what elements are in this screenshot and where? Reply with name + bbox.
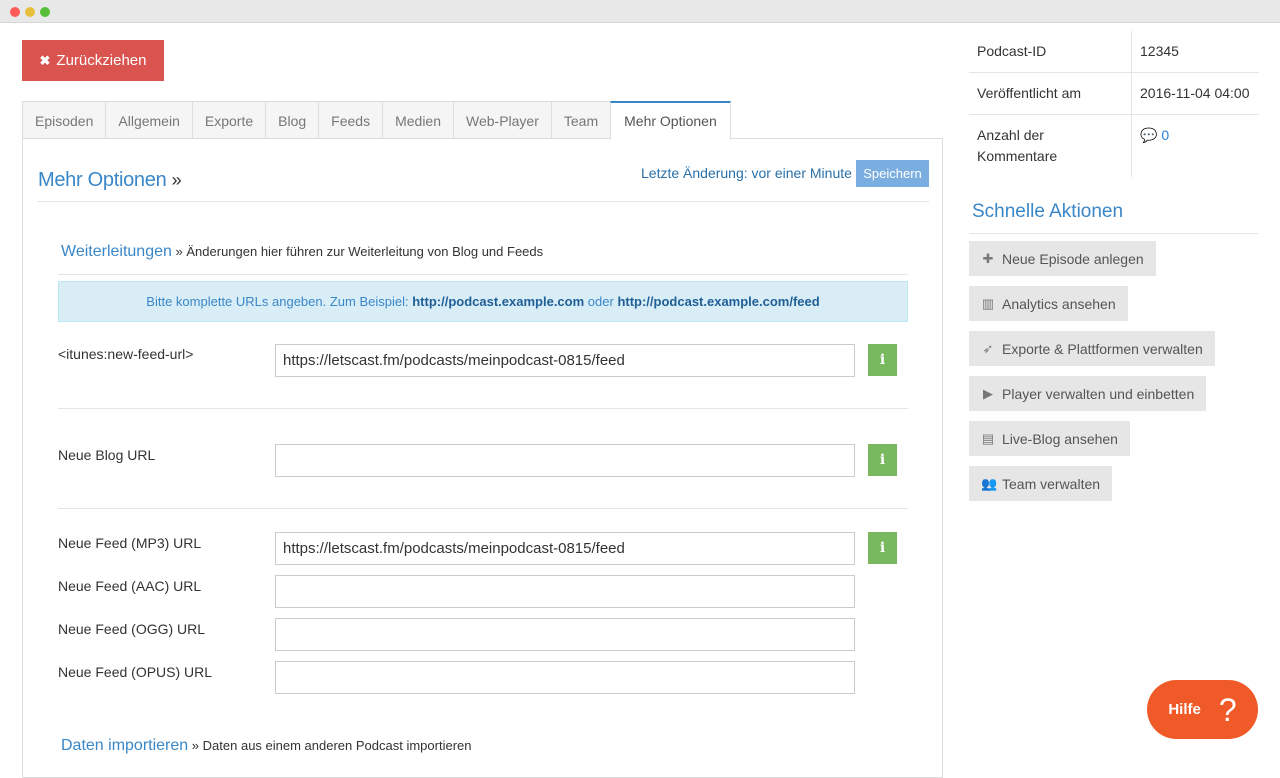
new-feed-opus-url-input[interactable] [275, 661, 855, 694]
import-description: Daten aus einem anderen Podcast importie… [202, 738, 472, 753]
minimize-window-icon[interactable] [25, 7, 35, 17]
new-feed-aac-url-input[interactable] [275, 575, 855, 608]
tab-web-player[interactable]: Web-Player [453, 101, 551, 139]
new-feed-mp3-url-label: Neue Feed (MP3) URL [58, 535, 202, 551]
meta-row-podcast-id: Podcast-ID 12345 [969, 31, 1259, 73]
meta-row-published: Veröffentlicht am 2016-11-04 04:00 [969, 73, 1259, 115]
tab-allgemein[interactable]: Allgemein [105, 101, 192, 139]
team-manage-button[interactable]: 👥 Team verwalten [969, 466, 1113, 501]
divider [58, 408, 908, 409]
player-embed-button[interactable]: ▶ Player verwalten und einbetten [969, 376, 1207, 411]
new-feed-aac-url-label: Neue Feed (AAC) URL [58, 578, 202, 594]
new-feed-ogg-url-label: Neue Feed (OGG) URL [58, 621, 206, 637]
browser-window-icon: ▤ [981, 430, 995, 446]
comments-icon: 💬 [1140, 127, 1158, 143]
bar-chart-icon: ▥ [981, 295, 995, 311]
page-title-text: Mehr Optionen [38, 169, 167, 191]
maximize-window-icon[interactable] [40, 7, 50, 17]
divider [58, 274, 908, 275]
live-blog-label: Live-Blog ansehen [1002, 430, 1118, 447]
divider [58, 508, 908, 509]
new-feed-opus-url-label: Neue Feed (OPUS) URL [58, 664, 213, 680]
comments-label: Anzahl der Kommentare [969, 115, 1132, 177]
help-button[interactable]: Hilfe ? [1147, 680, 1258, 739]
info-icon-button[interactable]: i [868, 344, 897, 376]
question-mark-icon: ? [1218, 691, 1237, 728]
podcast-meta-table: Podcast-ID 12345 Veröffentlicht am 2016-… [969, 31, 1259, 177]
info-example-2: http://podcast.example.com/feed [617, 294, 820, 309]
live-blog-button[interactable]: ▤ Live-Blog ansehen [969, 421, 1130, 456]
exports-platforms-button[interactable]: ➶ Exporte & Plattformen verwalten [969, 331, 1215, 366]
team-manage-label: Team verwalten [1002, 475, 1101, 492]
analytics-label: Analytics ansehen [1002, 295, 1116, 312]
tab-blog[interactable]: Blog [265, 101, 319, 139]
plus-icon: ✚ [982, 250, 994, 266]
import-heading: Daten importieren » Daten aus einem ande… [61, 737, 471, 755]
quick-actions-title: Schnelle Aktionen [972, 201, 1124, 222]
new-episode-label: Neue Episode anlegen [1002, 250, 1144, 267]
player-embed-label: Player verwalten und einbetten [1002, 385, 1195, 402]
info-icon-button[interactable]: i [868, 444, 897, 476]
tab-bar: Episoden Allgemein Exporte Blog Feeds Me… [22, 101, 731, 140]
options-panel: Mehr Optionen » Letzte Änderung: vor ein… [22, 138, 943, 778]
save-button[interactable]: Speichern [856, 160, 929, 187]
tab-episoden[interactable]: Episoden [22, 101, 106, 139]
redirects-heading-link[interactable]: Weiterleitungen [61, 243, 172, 260]
help-label: Hilfe [1168, 701, 1201, 718]
users-icon: 👥 [981, 475, 998, 491]
info-icon-button[interactable]: i [868, 532, 897, 564]
info-alert: Bitte komplette URLs angeben. Zum Beispi… [58, 281, 908, 322]
raquo-icon: » [171, 170, 182, 190]
itunes-new-feed-url-label: <itunes:new-feed-url> [58, 346, 194, 362]
info-prefix: Bitte komplette URLs angeben. Zum Beispi… [146, 294, 409, 309]
raquo-icon: » [175, 244, 183, 259]
close-window-icon[interactable] [10, 7, 20, 17]
published-label: Veröffentlicht am [969, 73, 1132, 114]
comments-link[interactable]: 💬 0 [1132, 115, 1259, 177]
retract-button[interactable]: ✖ Zurückziehen [22, 40, 164, 81]
new-feed-mp3-url-input[interactable] [275, 532, 855, 565]
new-blog-url-label: Neue Blog URL [58, 447, 156, 463]
podcast-id-label: Podcast-ID [969, 31, 1132, 72]
tab-exporte[interactable]: Exporte [191, 101, 266, 139]
import-heading-link[interactable]: Daten importieren [61, 737, 188, 754]
new-feed-ogg-url-input[interactable] [275, 618, 855, 651]
info-example-1: http://podcast.example.com [412, 294, 585, 309]
analytics-button[interactable]: ▥ Analytics ansehen [969, 286, 1128, 321]
published-value: 2016-11-04 04:00 [1140, 85, 1250, 101]
last-change-status: Letzte Änderung: vor einer Minute [641, 165, 852, 181]
tab-mehr-optionen[interactable]: Mehr Optionen [610, 101, 731, 140]
raquo-icon: » [191, 738, 200, 753]
tab-medien[interactable]: Medien [382, 101, 453, 139]
close-icon: ✖ [39, 52, 51, 68]
new-blog-url-input[interactable] [275, 444, 855, 477]
rocket-icon: ➶ [982, 340, 994, 356]
window-titlebar [0, 0, 1280, 23]
comments-count: 0 [1161, 127, 1170, 143]
redirects-description: Änderungen hier führen zur Weiterleitung… [186, 244, 544, 259]
podcast-id-value: 12345 [1140, 43, 1179, 59]
new-episode-button[interactable]: ✚ Neue Episode anlegen [969, 241, 1156, 276]
exports-platforms-label: Exporte & Plattformen verwalten [1002, 340, 1203, 357]
tab-feeds[interactable]: Feeds [318, 101, 383, 139]
retract-button-label: Zurückziehen [56, 52, 147, 69]
redirects-heading: Weiterleitungen » Änderungen hier führen… [61, 243, 543, 261]
divider [969, 233, 1258, 234]
info-or: oder [587, 294, 614, 309]
tab-team[interactable]: Team [550, 101, 612, 139]
meta-row-comments: Anzahl der Kommentare 💬 0 [969, 115, 1259, 177]
divider [37, 201, 929, 202]
page-title: Mehr Optionen » [38, 169, 182, 192]
itunes-new-feed-url-input[interactable] [275, 344, 855, 377]
play-circle-icon: ▶ [983, 385, 993, 401]
